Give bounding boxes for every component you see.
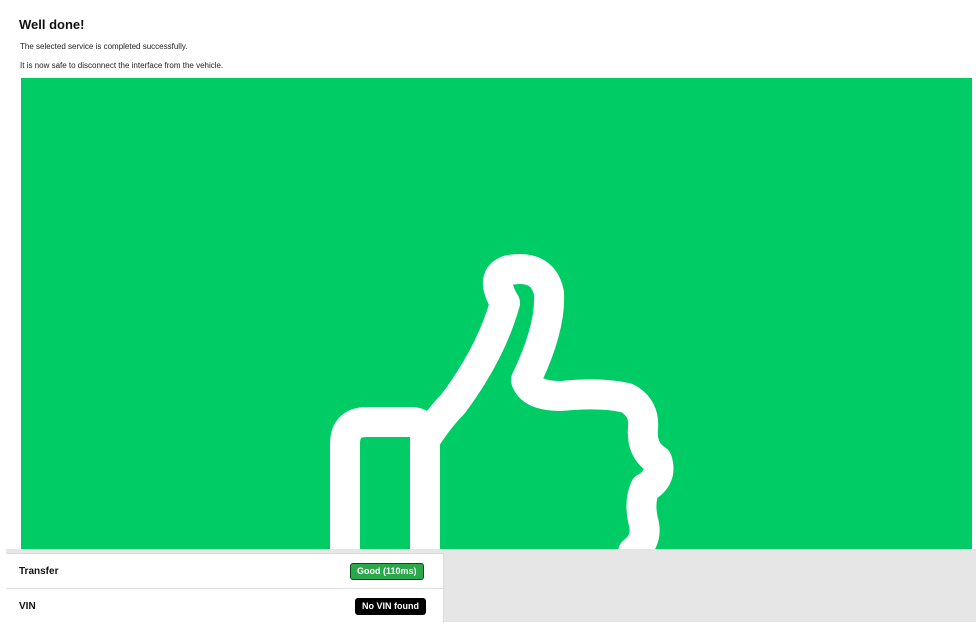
transfer-label: Transfer <box>19 566 59 577</box>
success-message: The selected service is completed succes… <box>20 42 188 51</box>
success-banner <box>21 78 972 552</box>
vin-label: VIN <box>19 601 36 612</box>
transfer-status-badge: Good (110ms) <box>350 563 424 580</box>
status-row-vin: VIN No VIN found <box>6 589 443 623</box>
thumbs-up-icon <box>330 254 674 552</box>
status-panel: Transfer Good (110ms) VIN No VIN found <box>6 553 444 623</box>
status-row-transfer: Transfer Good (110ms) <box>6 554 443 589</box>
disconnect-message: It is now safe to disconnect the interfa… <box>20 61 224 70</box>
page-title: Well done! <box>19 17 85 32</box>
vin-status-badge: No VIN found <box>355 598 426 615</box>
